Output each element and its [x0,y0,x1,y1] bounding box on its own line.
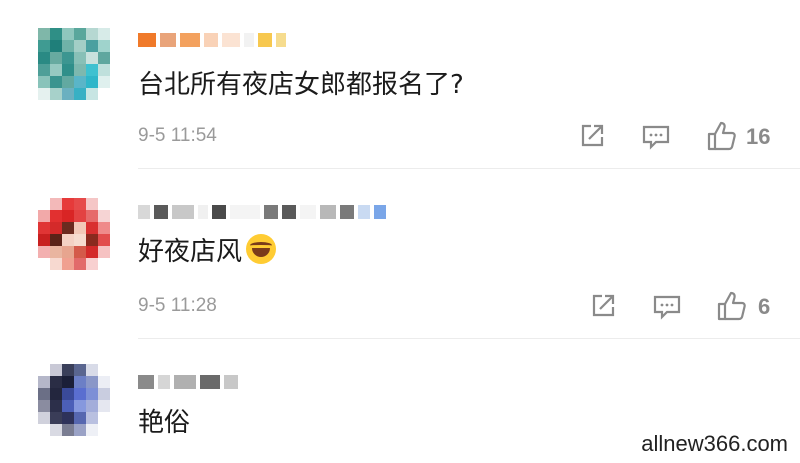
username-blurred[interactable] [138,28,286,52]
comment-text-body: 好夜店风 [138,237,243,267]
avatar[interactable] [38,198,110,270]
comment-text: 好夜店风 [138,234,277,269]
username-blurred[interactable] [138,370,238,394]
comment-item: 台北所有夜店女郎都报名了? 9-5 11:54 16 [0,0,800,170]
avatar[interactable] [38,28,110,100]
divider [138,338,800,339]
username-blurred[interactable] [138,200,386,224]
share-icon[interactable] [578,122,606,150]
thumbs-up-icon[interactable] [706,120,738,152]
laughing-tears-emoji [246,234,277,264]
comment-timestamp: 9-5 11:54 [138,125,217,146]
share-icon[interactable] [589,292,617,320]
avatar[interactable] [38,364,110,436]
comment-text: 台北所有夜店女郎都报名了? [138,70,464,100]
comment-icon[interactable] [652,294,682,320]
comment-text: 艳俗 [138,408,191,438]
like-count: 6 [758,294,771,319]
comment-icon[interactable] [641,124,671,150]
comment-item: 好夜店风 9-5 11:28 6 [0,170,800,338]
like-count: 16 [746,124,771,149]
thumbs-up-icon[interactable] [716,290,748,322]
divider [138,168,800,169]
comment-timestamp: 9-5 11:28 [138,295,217,316]
watermark: allnew366.com [641,431,788,456]
